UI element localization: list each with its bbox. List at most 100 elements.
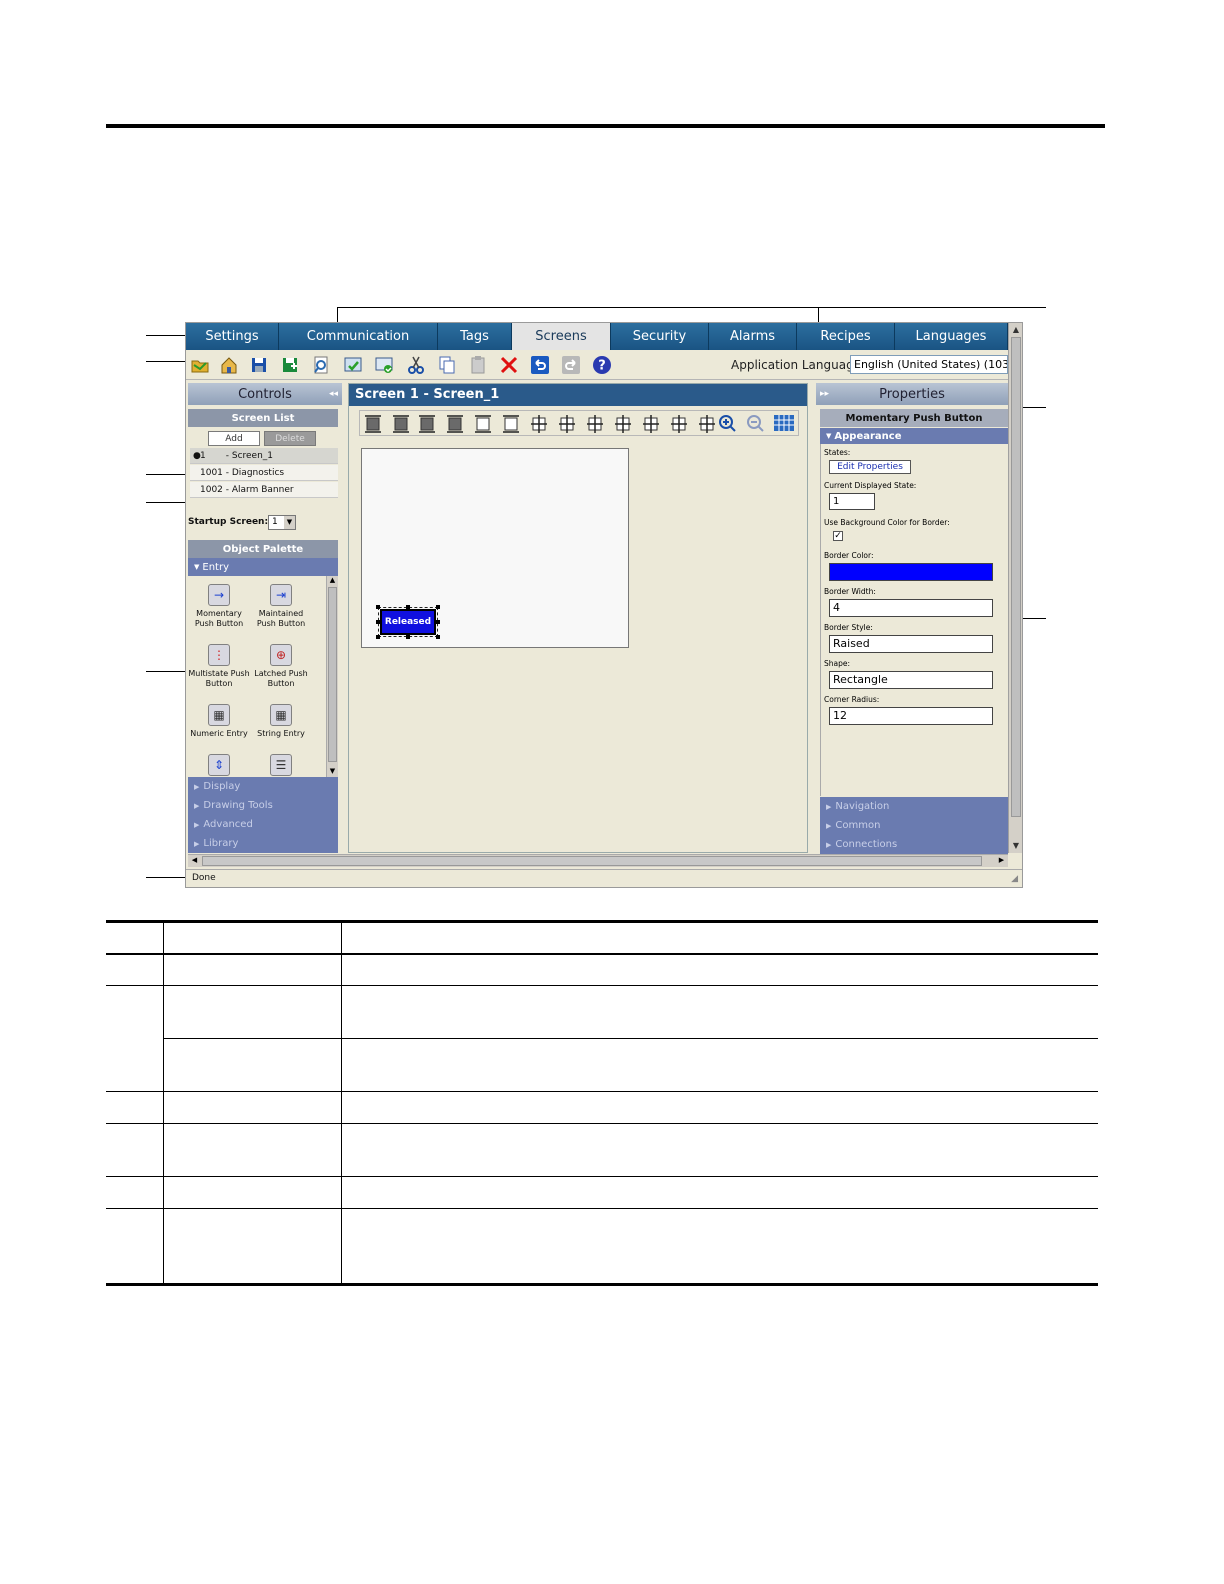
delete-screen-button[interactable]: Delete xyxy=(264,431,316,446)
selection-handle[interactable] xyxy=(436,605,440,609)
scrollbar-thumb[interactable] xyxy=(328,587,337,762)
same-width-icon[interactable] xyxy=(587,415,603,433)
zoom-in-icon[interactable] xyxy=(719,415,736,432)
align-middle-icon[interactable] xyxy=(475,415,491,433)
align-right-icon[interactable] xyxy=(419,415,435,433)
status-text: Done xyxy=(192,873,216,883)
copy-icon[interactable] xyxy=(437,355,457,375)
palette-spinner[interactable]: ⇕ xyxy=(188,754,250,779)
scroll-left-icon[interactable]: ◀ xyxy=(189,856,200,866)
same-height-icon[interactable] xyxy=(615,415,631,433)
edit-properties-button[interactable]: Edit Properties xyxy=(829,460,911,474)
palette-multistate-push-button[interactable]: ⋮ Multistate Push Button xyxy=(188,644,250,689)
multistate-icon: ⋮ xyxy=(208,644,230,666)
current-state-input[interactable]: 1 xyxy=(829,493,875,510)
palette-maintained-push-button[interactable]: ⇥ Maintained Push Button xyxy=(250,584,312,629)
screen-list-item[interactable]: ● 1 - Screen_1 xyxy=(190,448,338,464)
distribute-icon[interactable] xyxy=(699,415,715,433)
selection-handle[interactable] xyxy=(436,620,440,624)
palette-scrollbar[interactable]: ▲ ▼ xyxy=(326,576,338,777)
palette-category-advanced[interactable]: ▶ Advanced xyxy=(188,815,338,834)
selection-handle[interactable] xyxy=(406,605,410,609)
tab-alarms[interactable]: Alarms xyxy=(709,323,797,350)
properties-category-navigation[interactable]: ▶ Navigation xyxy=(820,797,1008,816)
download-icon[interactable] xyxy=(374,355,394,375)
align-top-icon[interactable] xyxy=(447,415,463,433)
cut-icon[interactable] xyxy=(406,355,426,375)
selection-handle[interactable] xyxy=(376,605,380,609)
maintained-arrows-icon: ⇥ xyxy=(270,584,292,606)
shape-input[interactable]: Rectangle xyxy=(829,671,993,689)
collapsed-triangle-icon: ▶ xyxy=(194,839,200,848)
scrollbar-thumb[interactable] xyxy=(1011,337,1021,817)
use-bg-checkbox[interactable]: ✓ xyxy=(833,531,843,541)
properties-category-common[interactable]: ▶ Common xyxy=(820,816,1008,835)
palette-momentary-push-button[interactable]: → Momentary Push Button xyxy=(188,584,250,629)
grid-icon[interactable] xyxy=(774,415,794,431)
align-left-icon[interactable] xyxy=(365,415,381,433)
released-push-button[interactable]: Released xyxy=(380,609,436,635)
palette-category-library[interactable]: ▶ Library xyxy=(188,834,338,853)
palette-numeric-entry[interactable]: ▦ Numeric Entry xyxy=(188,704,250,739)
screen-canvas[interactable]: Released xyxy=(361,448,629,648)
screen-list-item[interactable]: 1001 - Diagnostics xyxy=(190,465,338,481)
table-rule xyxy=(106,920,1098,923)
resize-grip-icon[interactable]: ◢ xyxy=(1011,874,1018,884)
tab-recipes[interactable]: Recipes xyxy=(797,323,895,350)
scroll-down-icon[interactable]: ▼ xyxy=(1011,841,1021,851)
space-vertical-icon[interactable] xyxy=(559,415,575,433)
validate-icon[interactable] xyxy=(343,355,363,375)
space-horizontal-icon[interactable] xyxy=(531,415,547,433)
appearance-section[interactable]: ▼ Appearance xyxy=(820,428,1008,444)
selection-handle[interactable] xyxy=(376,620,380,624)
scrollbar-thumb[interactable] xyxy=(202,856,982,866)
selection-handle[interactable] xyxy=(406,635,410,639)
undo-icon[interactable] xyxy=(530,355,550,375)
scroll-right-icon[interactable]: ▶ xyxy=(996,856,1007,866)
selection-handle[interactable] xyxy=(376,635,380,639)
save-icon[interactable] xyxy=(249,355,269,375)
palette-list[interactable]: ☰ xyxy=(250,754,312,779)
palette-category-display[interactable]: ▶ Display xyxy=(188,777,338,796)
expand-right-icon[interactable]: ▸▸ xyxy=(820,389,829,399)
tab-settings[interactable]: Settings xyxy=(186,323,279,350)
same-size-icon[interactable] xyxy=(643,415,659,433)
startup-screen-select[interactable]: 1 ▼ xyxy=(268,515,296,530)
delete-icon[interactable] xyxy=(499,355,519,375)
window-scrollbar[interactable]: ▲ ▼ xyxy=(1008,323,1022,853)
screen-list-item[interactable]: 1002 - Alarm Banner xyxy=(190,482,338,498)
zoom-out-icon[interactable] xyxy=(747,415,764,432)
horizontal-scrollbar[interactable]: ◀ ▶ xyxy=(188,854,1008,867)
palette-latched-push-button[interactable]: ⊕ Latched Push Button xyxy=(250,644,312,689)
add-screen-button[interactable]: Add xyxy=(208,431,260,446)
align-bottom-icon[interactable] xyxy=(503,415,519,433)
palette-string-entry[interactable]: ▦ String Entry xyxy=(250,704,312,739)
tab-communication[interactable]: Communication xyxy=(279,323,438,350)
tab-screens[interactable]: Screens xyxy=(512,323,611,350)
border-width-input[interactable]: 4 xyxy=(829,599,993,617)
scroll-up-icon[interactable]: ▲ xyxy=(1011,325,1021,335)
palette-category-drawing-tools[interactable]: ▶ Drawing Tools xyxy=(188,796,338,815)
find-icon[interactable] xyxy=(311,355,331,375)
center-icon[interactable] xyxy=(671,415,687,433)
home-icon[interactable] xyxy=(219,355,239,375)
palette-category-entry[interactable]: ▼ Entry xyxy=(188,558,338,576)
help-icon[interactable]: ? xyxy=(592,355,612,375)
align-center-icon[interactable] xyxy=(393,415,409,433)
tab-languages[interactable]: Languages xyxy=(895,323,1008,350)
application-language-select[interactable]: English (United States) (1033) xyxy=(850,355,1008,374)
tab-tags[interactable]: Tags xyxy=(438,323,512,350)
border-style-input[interactable]: Raised xyxy=(829,635,993,653)
chevron-down-icon[interactable]: ▼ xyxy=(284,516,295,529)
tab-security[interactable]: Security xyxy=(611,323,709,350)
collapse-left-icon[interactable]: ◂◂ xyxy=(329,389,338,399)
save-as-icon[interactable] xyxy=(280,355,300,375)
scroll-down-icon[interactable]: ▼ xyxy=(327,767,338,777)
scroll-up-icon[interactable]: ▲ xyxy=(327,576,338,586)
properties-category-connections[interactable]: ▶ Connections xyxy=(820,835,1008,854)
border-color-swatch[interactable] xyxy=(829,563,993,581)
table-rule xyxy=(106,953,1098,955)
selection-handle[interactable] xyxy=(436,635,440,639)
corner-radius-input[interactable]: 12 xyxy=(829,707,993,725)
open-folder-icon[interactable] xyxy=(190,355,210,375)
